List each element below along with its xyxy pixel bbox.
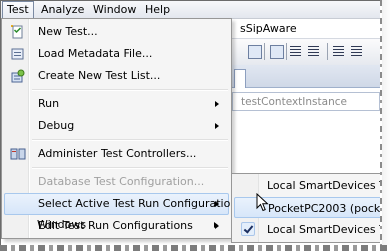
toolbar-separator — [286, 43, 287, 60]
menu-item-database-test-configuration: Database Test Configuration... — [4, 171, 229, 193]
new-test-icon — [11, 25, 23, 39]
screenshot-frame: Test Analyze Window Help sSipAware testC… — [0, 0, 390, 251]
menu-item-new-test[interactable]: New Test... — [4, 21, 229, 43]
comment-icon[interactable] — [333, 46, 344, 56]
uncomment-icon[interactable] — [351, 46, 362, 56]
menu-window[interactable]: Window — [89, 2, 140, 17]
torn-edge — [0, 245, 390, 251]
checkmark-icon — [241, 222, 255, 236]
menu-separator — [32, 167, 228, 169]
menu-item-label: Run — [38, 97, 60, 110]
menu-item-create-test-list[interactable]: Create New Test List... — [4, 65, 229, 87]
menu-help[interactable]: Help — [141, 2, 174, 17]
run-config-label: PocketPC2003 (pocketp — [268, 202, 390, 215]
menu-item-label: Load Metadata File... — [38, 47, 153, 60]
toolbar-button-icon[interactable] — [248, 45, 262, 59]
menu-test[interactable]: Test — [2, 1, 34, 19]
menu-item-administer-test-controllers[interactable]: Administer Test Controllers... — [4, 143, 229, 165]
run-config-label: Local SmartDevices Test — [267, 223, 390, 236]
menu-separator — [32, 139, 228, 141]
menu-item-label: New Test... — [38, 25, 98, 38]
load-metadata-icon — [11, 48, 24, 60]
toolbar-separator — [327, 43, 328, 60]
menu-item-label: Database Test Configuration... — [38, 175, 205, 188]
menu-item-label: Select Active Test Run Configuration — [38, 197, 238, 210]
submenu-arrow-icon — [214, 222, 218, 228]
menu-item-label: Windows — [37, 218, 87, 231]
new-test-list-icon — [11, 69, 25, 83]
menu-item-label: Administer Test Controllers... — [38, 147, 197, 160]
submenu-arrow-icon — [215, 123, 219, 129]
toolbar-button-icon[interactable] — [270, 45, 284, 59]
member-dropdown-value: testContextInstance — [241, 96, 347, 108]
submenu-arrow-icon — [215, 101, 219, 107]
menu-item-load-metadata[interactable]: Load Metadata File... — [4, 43, 229, 65]
screenshot-edge — [0, 0, 380, 1]
screenshot-edge — [0, 0, 1, 246]
editor-toolbar — [232, 38, 380, 66]
submenu-arrow-icon — [215, 201, 219, 207]
menu-separator — [32, 89, 228, 91]
menu-item-debug[interactable]: Debug — [4, 115, 229, 137]
window-title-fragment: sSipAware — [240, 22, 297, 35]
document-tab[interactable] — [234, 69, 246, 88]
menu-item-run[interactable]: Run — [4, 93, 229, 115]
document-tab-strip — [232, 65, 380, 88]
mouse-pointer-icon — [256, 193, 269, 212]
menu-item-label: Create New Test List... — [38, 69, 161, 82]
toolbar-separator — [264, 43, 265, 60]
test-controllers-icon — [10, 148, 26, 160]
outdent-icon[interactable] — [308, 46, 319, 56]
run-config-item[interactable]: Local SmartDevices Test — [234, 219, 390, 240]
menu-bar: Test Analyze Window Help — [1, 1, 380, 19]
run-config-label: Local SmartDevices Test — [267, 179, 390, 192]
run-configuration-submenu: Local SmartDevices Test PocketPC2003 (po… — [231, 173, 390, 243]
menu-item-label: Debug — [38, 119, 75, 132]
torn-edge — [380, 0, 390, 251]
menu-item-windows[interactable]: Windows — [3, 214, 228, 236]
test-menu: New Test... Load Metadata File... Create… — [1, 18, 237, 239]
indent-icon[interactable] — [290, 46, 301, 56]
menu-analyze[interactable]: Analyze — [37, 2, 88, 17]
menu-item-select-active-test-run-configuration[interactable]: Select Active Test Run Configuration — [4, 193, 237, 215]
